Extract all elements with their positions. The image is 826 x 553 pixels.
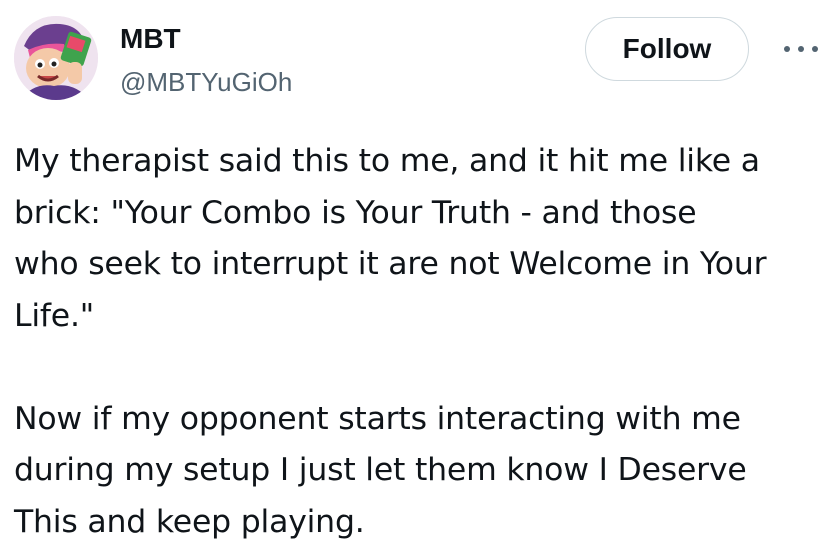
more-horizontal-icon-dot xyxy=(798,46,804,52)
tweet-paragraph: Now if my opponent starts interacting wi… xyxy=(14,400,747,540)
author-handle[interactable]: @MBTYuGiOh xyxy=(120,66,292,98)
follow-button[interactable]: Follow xyxy=(585,17,749,81)
author-display-name[interactable]: MBT xyxy=(120,22,181,56)
cartoon-character-icon xyxy=(14,16,98,100)
more-horizontal-icon xyxy=(784,46,790,52)
more-options-button[interactable] xyxy=(784,38,818,60)
more-horizontal-icon-dot xyxy=(812,46,818,52)
tweet-text: My therapist said this to me, and it hit… xyxy=(14,136,820,548)
avatar[interactable] xyxy=(14,16,98,100)
tweet-paragraph: My therapist said this to me, and it hit… xyxy=(14,143,767,334)
